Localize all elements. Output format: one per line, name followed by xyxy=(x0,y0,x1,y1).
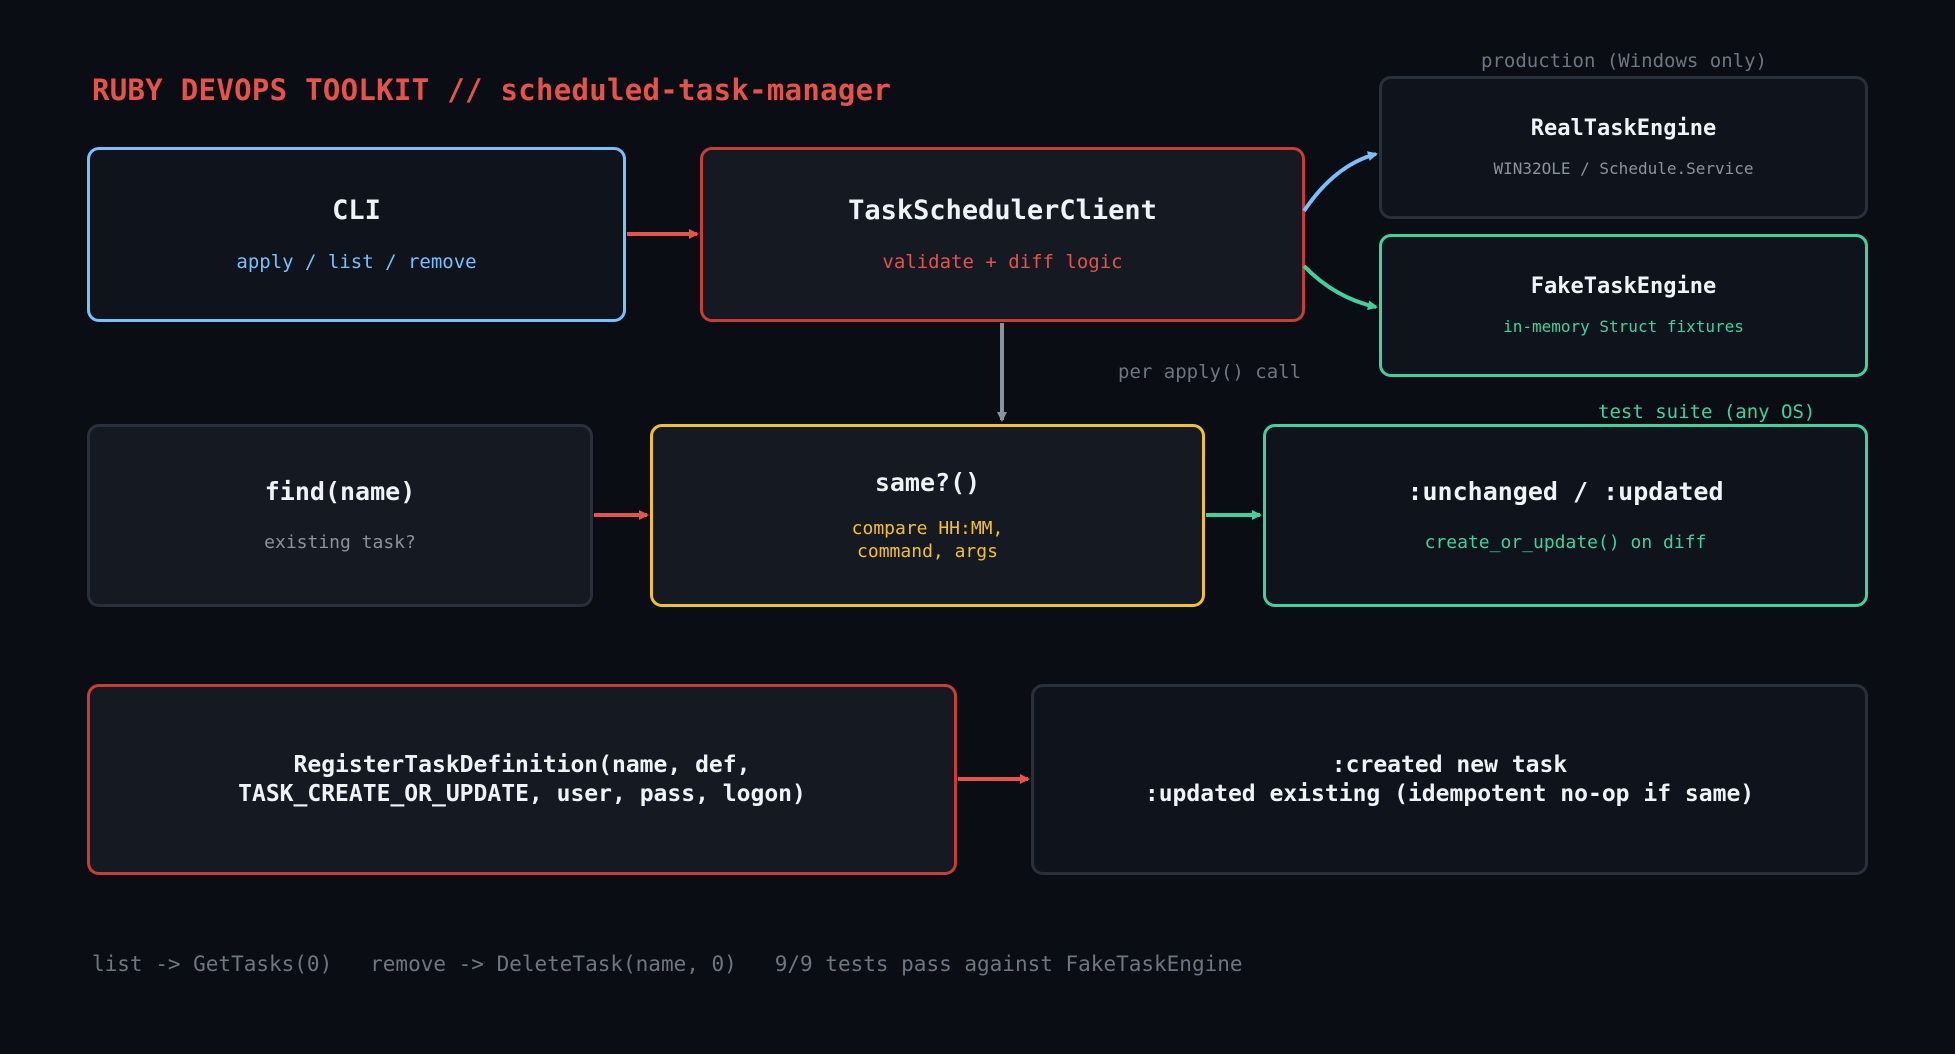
arrow-client-to-real-engine xyxy=(1302,151,1378,213)
footer-notes: list -> GetTasks(0) remove -> DeleteTask… xyxy=(92,952,1243,976)
arrows-layer xyxy=(594,151,1378,784)
arrow-client-to-fake-engine xyxy=(1302,264,1378,311)
